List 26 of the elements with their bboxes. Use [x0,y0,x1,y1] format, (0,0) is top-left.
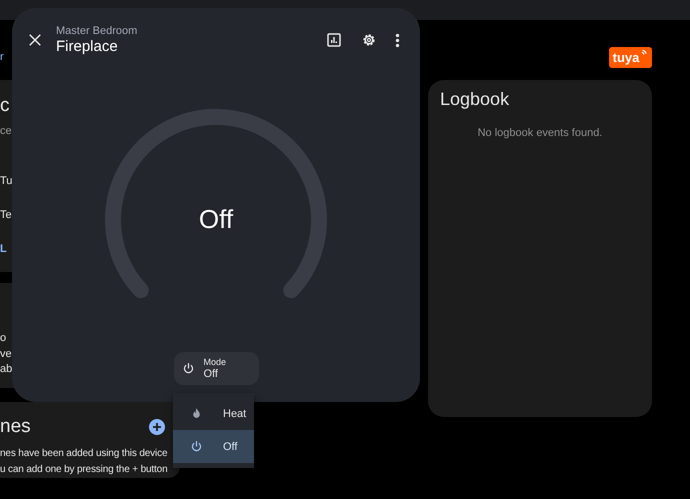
card-text: nes have been added using this device [0,447,168,461]
card-text: ab [0,362,12,377]
card-title: Logbook [439,88,510,110]
row-label[interactable]: Tu [0,175,12,188]
menu-item[interactable]: Off [173,430,254,463]
card-title: nes [0,416,31,438]
power-icon [182,362,194,375]
link-text[interactable]: L [0,243,7,255]
dialog-subtitle: Master Bedroom [56,24,138,38]
menu-item[interactable]: Heat [173,397,254,430]
mode-dropdown[interactable]: Mode Off [174,352,258,385]
card-title: c [0,95,10,117]
empty-message: No logbook events found. [478,127,602,139]
more-icon[interactable] [395,32,400,48]
row-label[interactable]: Te [0,209,12,222]
card-subtitle: ce [0,125,12,137]
card-text: o [0,331,6,346]
card-text: u can add one by pressing the + button [0,463,168,477]
link-text[interactable]: r [0,51,4,65]
state-value: Off [198,204,234,234]
add-icon[interactable] [149,419,165,435]
logo: tuya [609,47,652,68]
card-text: ve [0,346,12,362]
dialog-title: Fireplace [56,38,119,56]
chart-icon[interactable] [325,31,343,49]
power-icon [190,440,203,453]
